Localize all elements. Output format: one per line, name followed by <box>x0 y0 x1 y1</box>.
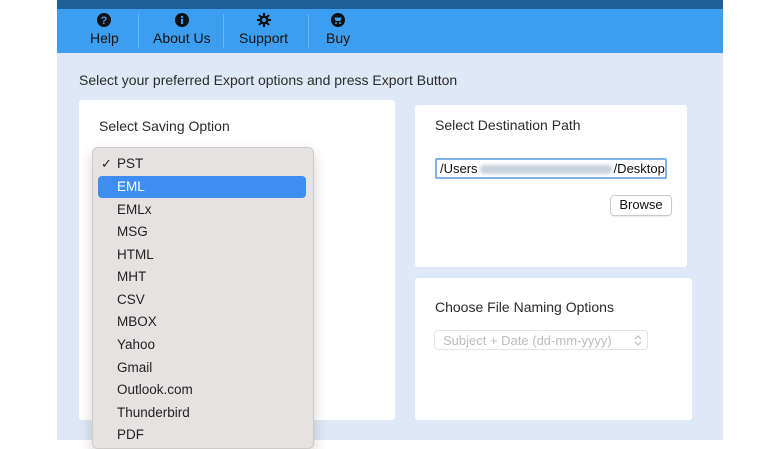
checkmark-icon: ✓ <box>101 156 112 171</box>
option-msg[interactable]: MSG <box>98 221 306 243</box>
option-label: MBOX <box>117 314 157 329</box>
option-eml[interactable]: EML <box>98 176 306 198</box>
option-label: Gmail <box>117 360 153 375</box>
option-pdf[interactable]: PDF <box>98 424 306 446</box>
help-button[interactable]: ? Help <box>90 13 119 51</box>
toolbar-divider <box>138 14 139 48</box>
support-button[interactable]: Support <box>239 13 288 51</box>
about-us-label: About Us <box>153 30 211 46</box>
file-naming-title: Choose File Naming Options <box>435 299 614 315</box>
redacted-username <box>479 165 612 175</box>
toolbar-divider <box>223 14 224 48</box>
support-label: Support <box>239 30 289 46</box>
toolbar-divider <box>308 14 309 48</box>
file-naming-value: Subject + Date (dd-mm-yyyy) <box>443 333 612 348</box>
option-pst[interactable]: ✓ PST <box>98 153 306 175</box>
option-csv[interactable]: CSV <box>98 289 306 311</box>
chevron-updown-icon <box>634 335 642 346</box>
file-naming-select[interactable]: Subject + Date (dd-mm-yyyy) <box>434 330 648 350</box>
path-suffix: /Desktop <box>613 161 665 176</box>
option-label: HTML <box>117 247 154 262</box>
option-mht[interactable]: MHT <box>98 266 306 288</box>
gear-icon <box>256 13 271 27</box>
about-us-button[interactable]: About Us <box>153 13 211 51</box>
destination-path-input[interactable]: /Users/Desktop <box>435 158 667 179</box>
destination-title: Select Destination Path <box>435 117 581 133</box>
title-strip <box>57 0 723 9</box>
option-label: MHT <box>117 269 147 284</box>
path-prefix: /Users <box>440 161 478 176</box>
option-label: Outlook.com <box>117 382 193 397</box>
saving-option-dropdown[interactable]: ✓ PST EML EMLx MSG HTML MHT CSV MBOX Yaho… <box>92 147 314 449</box>
cart-icon <box>331 13 346 27</box>
option-mbox[interactable]: MBOX <box>98 311 306 333</box>
option-label: EML <box>117 179 145 194</box>
toolbar: ? Help About Us Support Buy <box>57 0 723 53</box>
option-gmail[interactable]: Gmail <box>98 357 306 379</box>
option-label: MSG <box>117 224 148 239</box>
option-label: CSV <box>117 292 145 307</box>
option-yahoo[interactable]: Yahoo <box>98 334 306 356</box>
option-html[interactable]: HTML <box>98 244 306 266</box>
browse-button[interactable]: Browse <box>610 195 672 216</box>
instruction-text: Select your preferred Export options and… <box>79 72 458 88</box>
option-outlook-com[interactable]: Outlook.com <box>98 379 306 401</box>
saving-option-title: Select Saving Option <box>99 118 230 134</box>
destination-panel: Select Destination Path /Users/Desktop B… <box>415 105 687 267</box>
option-thunderbird[interactable]: Thunderbird <box>98 402 306 424</box>
option-label: Yahoo <box>117 337 156 352</box>
help-label: Help <box>90 30 119 46</box>
buy-label: Buy <box>326 30 351 46</box>
option-label: EMLx <box>117 202 152 217</box>
option-emlx[interactable]: EMLx <box>98 199 306 221</box>
svg-text:?: ? <box>101 15 108 27</box>
question-icon: ? <box>97 13 112 27</box>
option-label: Thunderbird <box>117 405 190 420</box>
info-icon <box>174 13 189 27</box>
buy-button[interactable]: Buy <box>326 13 350 51</box>
option-label: PST <box>117 156 144 171</box>
file-naming-panel: Choose File Naming Options Subject + Dat… <box>415 278 692 420</box>
